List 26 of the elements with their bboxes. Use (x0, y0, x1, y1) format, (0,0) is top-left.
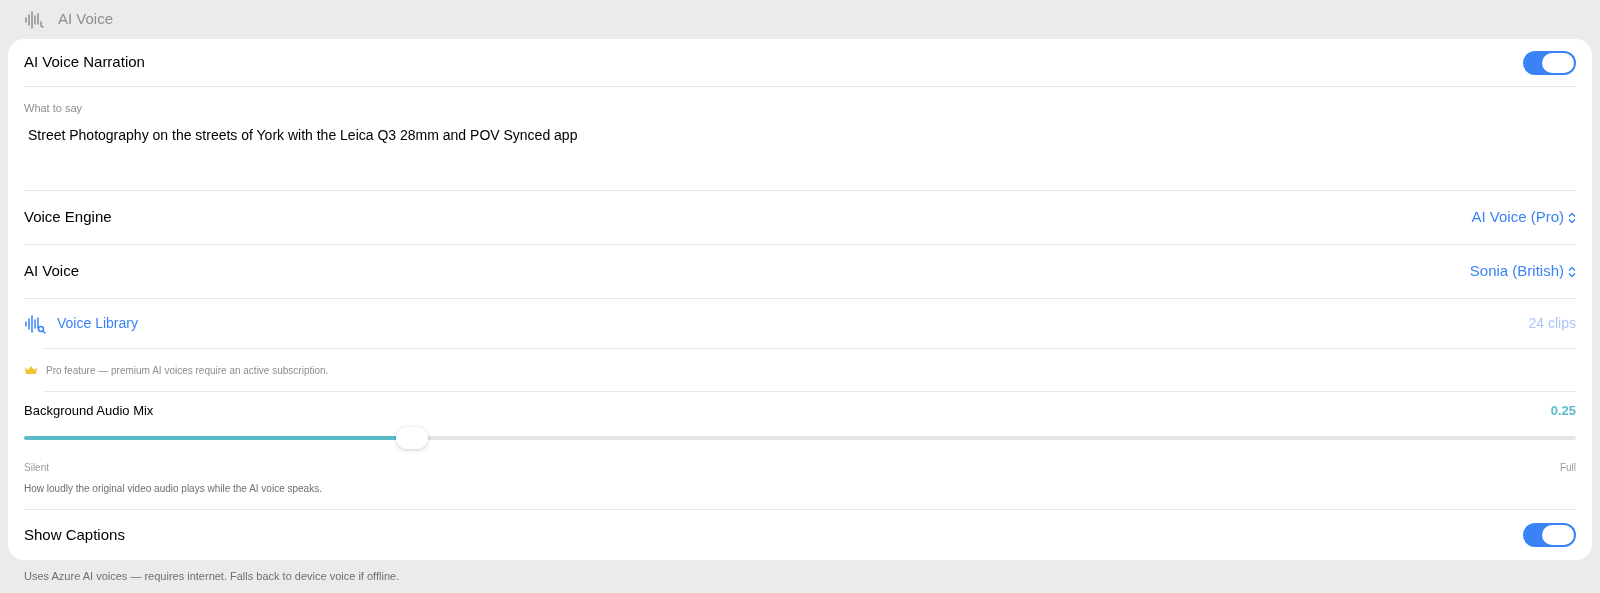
row-label: Background Audio Mix (24, 402, 154, 420)
slider-hint: How loudly the original video audio plays while the AI voice speaks. (24, 481, 323, 496)
clip-count: 24 clips (1528, 314, 1576, 333)
max-label: Full (1559, 460, 1576, 475)
row-label: Voice Engine (24, 207, 112, 228)
mix-value: 0.25 (1550, 402, 1576, 420)
chevron-up-down-icon (1568, 265, 1576, 278)
voice-search-icon (24, 313, 46, 334)
section-title: AI Voice (58, 9, 114, 30)
row-label: AI Voice (24, 261, 80, 282)
pro-note: Pro feature — premium AI voices require an active subscription. (46, 363, 329, 378)
row-label: AI Voice Narration (24, 52, 145, 73)
footer-note: Uses Azure AI voices — requires internet. Falls back to device voice if offline. (23, 569, 401, 584)
toggle-switch[interactable] (1523, 523, 1576, 547)
picker-button[interactable]: Sonia (British) (1469, 260, 1576, 283)
voice-library-link[interactable]: Voice Library (57, 313, 138, 334)
picker-button[interactable]: AI Voice (Pro) (1471, 206, 1576, 229)
voice-wave-icon (24, 9, 46, 30)
chevron-up-down-icon (1568, 211, 1576, 224)
min-label: Silent (24, 460, 49, 475)
toggle-switch[interactable] (1523, 50, 1576, 75)
row-label: Show Captions (24, 524, 125, 545)
field-label: What to say (24, 101, 84, 116)
slider-thumb[interactable] (396, 426, 428, 449)
crown-icon (24, 365, 38, 375)
script-field[interactable]: Street Photography on the streets of York with the Leica Q3 28mm and POV Synced app (24, 124, 1576, 185)
